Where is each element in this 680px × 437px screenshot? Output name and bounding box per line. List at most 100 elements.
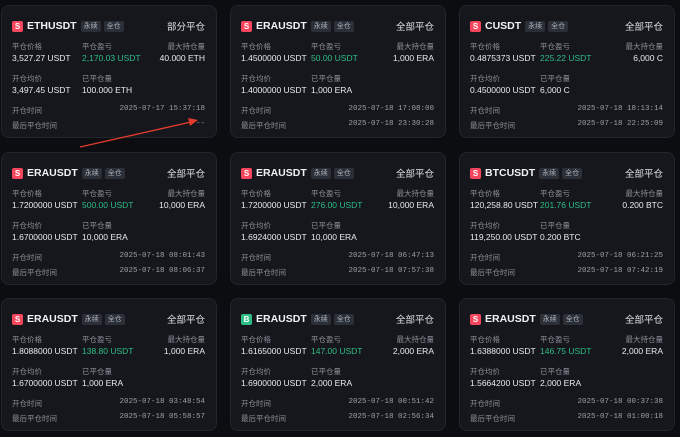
open-time-value: 2025-07-18 06:47:13: [348, 252, 434, 260]
symbol-name[interactable]: ETHUSDT: [27, 20, 77, 32]
close-status: 全部平仓: [624, 315, 663, 326]
side-sell-icon: S: [470, 167, 481, 179]
close-pnl-label: 平仓盈亏: [82, 189, 112, 198]
card-header: S BTCUSDT 永续 全仓: [470, 165, 585, 181]
margin-mode-tag: 全仓: [333, 313, 354, 325]
side-buy-icon: B: [241, 313, 252, 325]
closed-qty-label: 已平仓量: [540, 74, 570, 83]
position-card[interactable]: S ERAUSDT 永续 全仓 全部平仓 平仓价格 平仓盈亏 最大持仓量 1.4500000 U…: [230, 5, 446, 138]
card-header: S CUSDT 永续 全仓: [470, 18, 571, 34]
close-price-label: 平仓价格: [241, 335, 271, 344]
close-price-label: 平仓价格: [12, 335, 42, 344]
open-avg-value: 119,250.00 USDT: [470, 232, 538, 242]
closed-qty-value: 6,000 C: [540, 85, 570, 95]
open-time-value: 2025-07-18 00:51:42: [348, 398, 434, 406]
card-header: S ERAUSDT 永续 全仓: [470, 311, 586, 327]
close-pnl-value: 500.00 USDT: [82, 200, 134, 210]
symbol-name[interactable]: ERAUSDT: [485, 313, 536, 325]
open-time-value: 2025-07-18 17:08:00: [348, 105, 434, 113]
position-card[interactable]: S ERAUSDT 永续 全仓 全部平仓 平仓价格 平仓盈亏 最大持仓量 1.6388000 U…: [459, 298, 675, 431]
position-card[interactable]: S BTCUSDT 永续 全仓 全部平仓 平仓价格 平仓盈亏 最大持仓量 120,258.80 …: [459, 152, 675, 285]
closed-qty-label: 已平仓量: [311, 221, 341, 230]
close-price-label: 平仓价格: [470, 335, 500, 344]
close-pnl-label: 平仓盈亏: [82, 335, 112, 344]
symbol-name[interactable]: ERAUSDT: [256, 313, 307, 325]
close-pnl-label: 平仓盈亏: [311, 42, 341, 51]
symbol-name[interactable]: ERAUSDT: [27, 313, 78, 325]
contract-type-tag: 永续: [525, 20, 546, 32]
card-header: S ERAUSDT 永续 全仓: [12, 311, 128, 327]
max-position-value: 40.000 ETH: [159, 53, 205, 63]
open-time-value: 2025-07-18 00:37:38: [577, 398, 663, 406]
open-avg-value: 1.6924000 USDT: [241, 232, 307, 242]
close-pnl-value: 201.76 USDT: [540, 200, 592, 210]
symbol-name[interactable]: ERAUSDT: [256, 20, 307, 32]
symbol-name[interactable]: BTCUSDT: [485, 167, 535, 179]
close-status: 全部平仓: [395, 22, 434, 33]
card-header: S ERAUSDT 永续 全仓: [241, 165, 357, 181]
close-pnl-label: 平仓盈亏: [82, 42, 112, 51]
side-sell-icon: S: [12, 20, 23, 32]
close-pnl-label: 平仓盈亏: [540, 42, 570, 51]
close-price-value: 3,527.27 USDT: [12, 53, 71, 63]
last-close-time-value: 2025-07-18 02:56:34: [348, 413, 434, 421]
last-close-time-label: 最后平仓时间: [470, 121, 515, 130]
open-avg-value: 1.4000000 USDT: [241, 85, 307, 95]
max-position-label: 最大持仓量: [396, 42, 435, 51]
last-close-time-label: 最后平仓时间: [241, 414, 286, 423]
last-close-time-label: 最后平仓时间: [241, 268, 286, 277]
open-avg-value: 1.6700000 USDT: [12, 232, 78, 242]
open-avg-label: 开仓均价: [12, 74, 42, 83]
last-close-time-value: 2025-07-18 05:58:57: [119, 413, 205, 421]
open-time-label: 开仓时间: [470, 106, 500, 115]
open-avg-label: 开仓均价: [12, 221, 42, 230]
contract-type-tag: 永续: [81, 167, 102, 179]
symbol-name[interactable]: CUSDT: [485, 20, 521, 32]
max-position-value: 6,000 C: [633, 53, 663, 63]
margin-mode-tag: 全仓: [104, 313, 125, 325]
last-close-time-value: 2025-07-18 07:42:19: [577, 267, 663, 275]
close-status: 全部平仓: [624, 22, 663, 33]
close-price-label: 平仓价格: [12, 42, 42, 51]
contract-type-tag: 永续: [80, 20, 101, 32]
close-pnl-value: 138.80 USDT: [82, 346, 134, 356]
card-header: S ERAUSDT 永续 全仓: [12, 165, 128, 181]
symbol-name[interactable]: ERAUSDT: [256, 167, 307, 179]
last-close-time-label: 最后平仓时间: [12, 414, 57, 423]
closed-qty-label: 已平仓量: [82, 367, 112, 376]
close-pnl-value: 146.75 USDT: [540, 346, 592, 356]
open-time-value: 2025-07-18 18:13:14: [577, 105, 663, 113]
close-status: 全部平仓: [166, 315, 205, 326]
contract-type-tag: 永续: [310, 20, 331, 32]
position-card[interactable]: S ETHUSDT 永续 全仓 部分平仓 平仓价格 平仓盈亏 最大持仓量 3,527.27 US…: [1, 5, 217, 138]
open-time-label: 开仓时间: [12, 253, 42, 262]
position-card[interactable]: S CUSDT 永续 全仓 全部平仓 平仓价格 平仓盈亏 最大持仓量 0.4875373 USD…: [459, 5, 675, 138]
position-card[interactable]: S ERAUSDT 永续 全仓 全部平仓 平仓价格 平仓盈亏 最大持仓量 1.8088000 U…: [1, 298, 217, 431]
open-avg-value: 1.6700000 USDT: [12, 378, 78, 388]
close-pnl-label: 平仓盈亏: [540, 189, 570, 198]
last-close-time-label: 最后平仓时间: [470, 268, 515, 277]
position-card[interactable]: B ERAUSDT 永续 全仓 全部平仓 平仓价格 平仓盈亏 最大持仓量 1.6165000 U…: [230, 298, 446, 431]
closed-qty-value: 10,000 ERA: [311, 232, 357, 242]
close-price-label: 平仓价格: [241, 42, 271, 51]
position-card[interactable]: S ERAUSDT 永续 全仓 全部平仓 平仓价格 平仓盈亏 最大持仓量 1.7200000 U…: [1, 152, 217, 285]
open-time-label: 开仓时间: [12, 106, 42, 115]
open-avg-label: 开仓均价: [12, 367, 42, 376]
closed-qty-value: 2,000 ERA: [311, 378, 353, 388]
max-position-value: 2,000 ERA: [621, 346, 663, 356]
open-time-label: 开仓时间: [241, 253, 271, 262]
side-sell-icon: S: [470, 313, 481, 325]
last-close-time-label: 最后平仓时间: [470, 414, 515, 423]
closed-qty-label: 已平仓量: [540, 221, 570, 230]
max-position-label: 最大持仓量: [396, 189, 435, 198]
open-time-label: 开仓时间: [241, 106, 271, 115]
close-price-value: 120,258.80 USDT: [470, 200, 539, 210]
last-close-time-label: 最后平仓时间: [12, 121, 57, 130]
margin-mode-tag: 全仓: [562, 167, 583, 179]
close-price-label: 平仓价格: [470, 42, 500, 51]
max-position-label: 最大持仓量: [167, 335, 206, 344]
symbol-name[interactable]: ERAUSDT: [27, 167, 78, 179]
closed-qty-value: 1,000 ERA: [311, 85, 353, 95]
closed-qty-value: 100.000 ETH: [82, 85, 133, 95]
position-card[interactable]: S ERAUSDT 永续 全仓 全部平仓 平仓价格 平仓盈亏 最大持仓量 1.7200000 U…: [230, 152, 446, 285]
